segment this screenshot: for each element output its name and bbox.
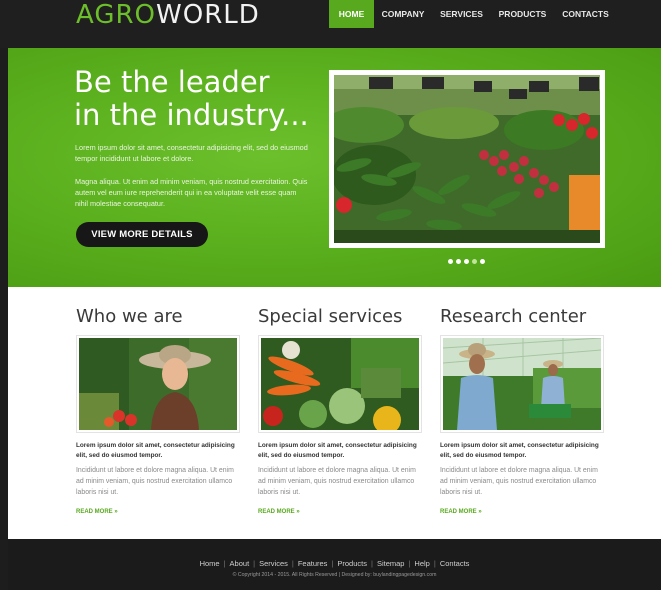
column-photo (76, 335, 240, 433)
hero-title: Be the leader in the industry... (74, 66, 314, 132)
column-lead-text: Lorem ipsum dolor sit amet, consectetur … (258, 442, 417, 459)
footer-link-home[interactable]: Home (200, 559, 220, 568)
footer-link-features[interactable]: Features (298, 559, 328, 568)
footer-separator: | (291, 559, 294, 568)
logo-part-agro: AGRO (76, 0, 157, 30)
slider-pagination (448, 259, 485, 264)
hero-title-line-1: Be the leader (74, 65, 270, 99)
footer-link-contacts[interactable]: Contacts (440, 559, 470, 568)
copyright-text: © Copyright 2014 - 2015. All Rights Rese… (232, 572, 437, 578)
column-body-text: Incididunt ut labore et dolore magna ali… (258, 467, 416, 496)
hero-banner: Be the leader in the industry... Lorem i… (8, 48, 661, 287)
nav-products[interactable]: PRODUCTS (491, 0, 554, 28)
footer-link-services[interactable]: Services (259, 559, 288, 568)
hero-slider-image[interactable] (329, 70, 605, 248)
slider-dot-4[interactable] (472, 259, 477, 264)
column-lead-text: Lorem ipsum dolor sit amet, consectetur … (440, 442, 599, 459)
footer-link-products[interactable]: Products (337, 559, 367, 568)
slider-dot-5[interactable] (480, 259, 485, 264)
column-heading: Research center (440, 306, 587, 327)
footer-separator: | (223, 559, 226, 568)
column-body-text: Incididunt ut labore et dolore magna ali… (76, 467, 234, 496)
logo[interactable]: AGROWORLD (76, 1, 260, 29)
vegetables-basket-image (261, 338, 419, 434)
footer-separator: | (253, 559, 256, 568)
footer-link-help[interactable]: Help (414, 559, 429, 568)
hero-paragraph-2: Magna aliqua. Ut enim ad minim veniam, q… (75, 177, 308, 208)
slider-dot-2[interactable] (456, 259, 461, 264)
nav-contacts[interactable]: CONTACTS (554, 0, 617, 28)
footer-separator: | (331, 559, 334, 568)
footer-separator: | (433, 559, 436, 568)
footer-nav: Home | About | Services | Features | Products | Si… (8, 559, 661, 568)
column-photo (440, 335, 604, 433)
read-more-link[interactable]: READ MORE » (440, 509, 482, 515)
slider-dot-1[interactable] (448, 259, 453, 264)
greenhouse-workers-image (442, 337, 602, 430)
nav-company[interactable]: COMPANY (374, 0, 432, 28)
woman-with-vegetables-image (79, 338, 237, 430)
column-lead-text: Lorem ipsum dolor sit amet, consectetur … (76, 442, 235, 459)
read-more-link[interactable]: READ MORE » (258, 509, 300, 515)
site-footer: Home | About | Services | Features | Products | Si… (8, 539, 661, 590)
footer-link-sitemap[interactable]: Sitemap (377, 559, 405, 568)
column-heading: Special services (258, 306, 403, 327)
logo-part-world: WORLD (156, 0, 260, 30)
hero-paragraph-1: Lorem ipsum dolor sit amet, consectetur … (75, 143, 308, 163)
content-section: Who we are Lorem ipsum dolor sit amet, c… (8, 287, 661, 539)
column-photo (258, 335, 422, 434)
hero-title-line-2: in the industry... (74, 98, 309, 132)
vegetable-market-image (334, 75, 600, 243)
read-more-link[interactable]: READ MORE » (76, 509, 118, 515)
view-more-details-button[interactable]: VIEW MORE DETAILS (76, 222, 208, 247)
column-body-text: Incididunt ut labore et dolore magna ali… (440, 467, 598, 496)
main-nav: HOME COMPANY SERVICES PRODUCTS CONTACTS (329, 0, 617, 28)
column-heading: Who we are (76, 306, 183, 327)
nav-home[interactable]: HOME (329, 0, 374, 28)
site-header: AGROWORLD HOME COMPANY SERVICES PRODUCTS… (0, 0, 661, 48)
footer-separator: | (408, 559, 411, 568)
footer-separator: | (371, 559, 373, 568)
slider-dot-3[interactable] (464, 259, 469, 264)
footer-link-about[interactable]: About (230, 559, 250, 568)
nav-services[interactable]: SERVICES (432, 0, 491, 28)
